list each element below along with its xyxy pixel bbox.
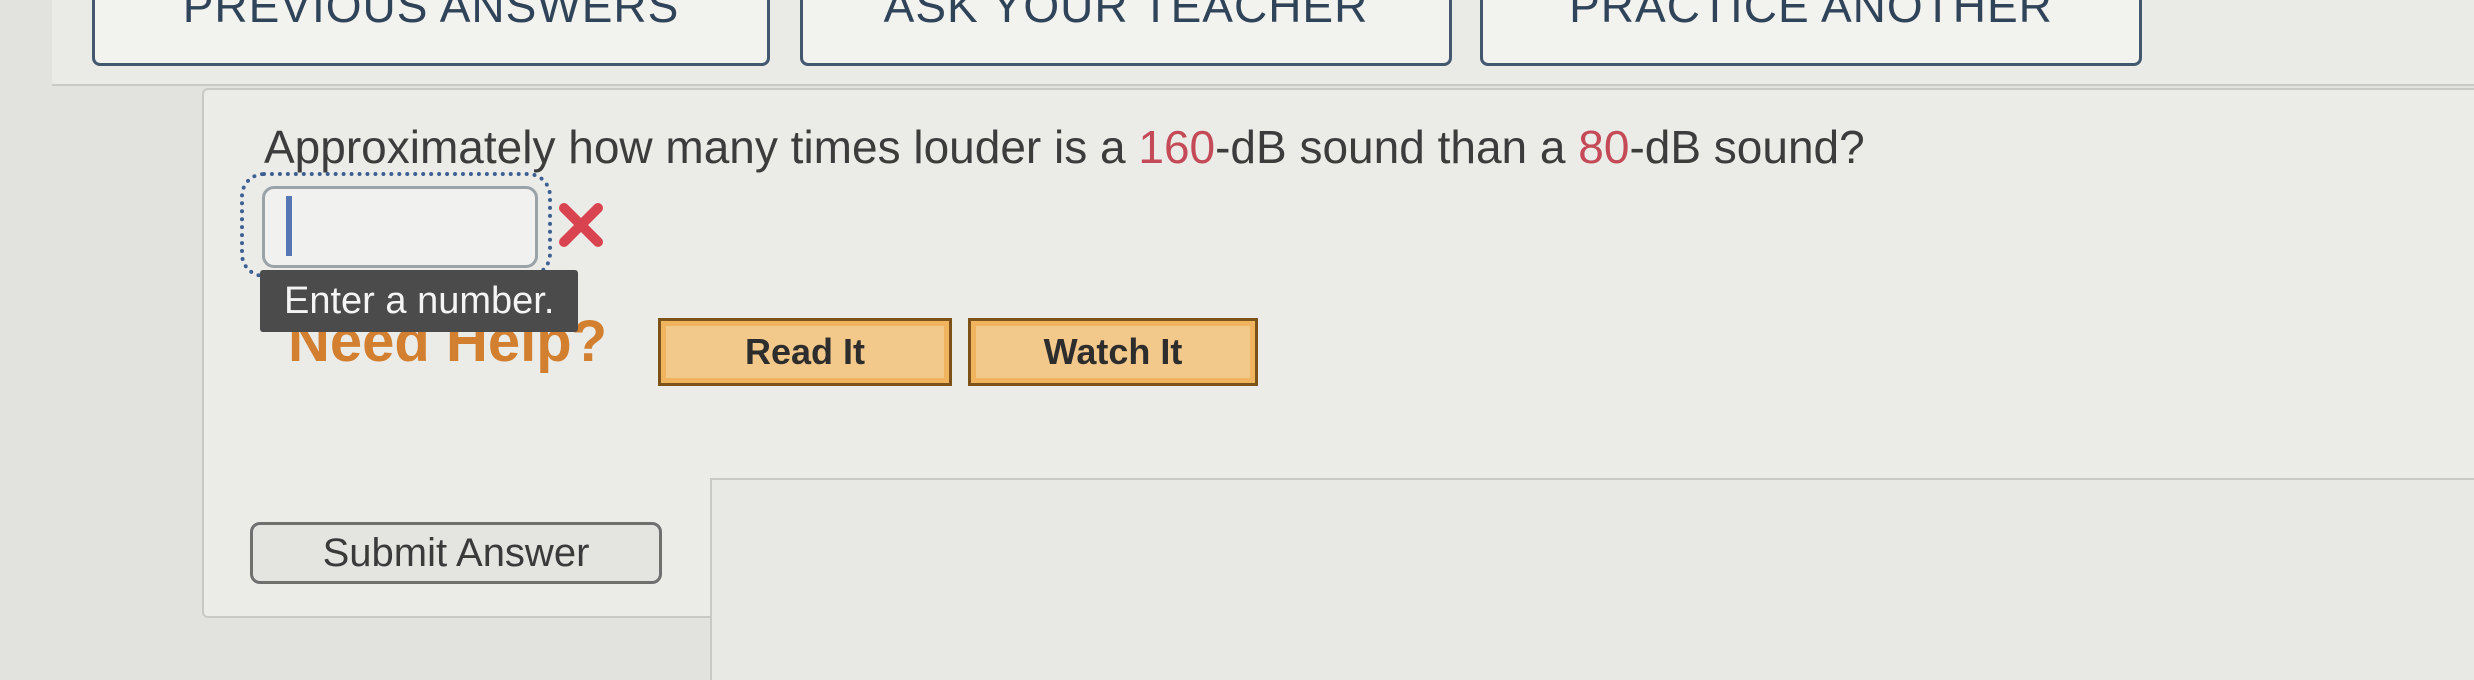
answer-input[interactable]: [262, 186, 538, 268]
question-value-160: 160: [1138, 121, 1216, 173]
practice-another-button[interactable]: PRACTICE ANOTHER: [1480, 0, 2142, 66]
read-it-button[interactable]: Read It: [658, 318, 952, 386]
question-text-part: Approximately how many times louder is a: [264, 121, 1139, 173]
error-tooltip: Enter a number.: [260, 270, 579, 332]
ask-your-teacher-button[interactable]: ASK YOUR TEACHER: [800, 0, 1452, 66]
question-text-part: -dB sound than a: [1215, 121, 1579, 173]
answer-area-divider: [710, 478, 2474, 680]
watch-it-button[interactable]: Watch It: [968, 318, 1258, 386]
question-value-80: 80: [1578, 121, 1630, 173]
question-text: Approximately how many times louder is a…: [264, 120, 1865, 174]
question-text-part: -dB sound?: [1629, 121, 1865, 173]
submit-answer-button[interactable]: Submit Answer: [250, 522, 662, 584]
text-caret: [286, 196, 292, 256]
previous-answers-button[interactable]: PREVIOUS ANSWERS: [92, 0, 770, 66]
incorrect-x-icon: [559, 203, 603, 247]
